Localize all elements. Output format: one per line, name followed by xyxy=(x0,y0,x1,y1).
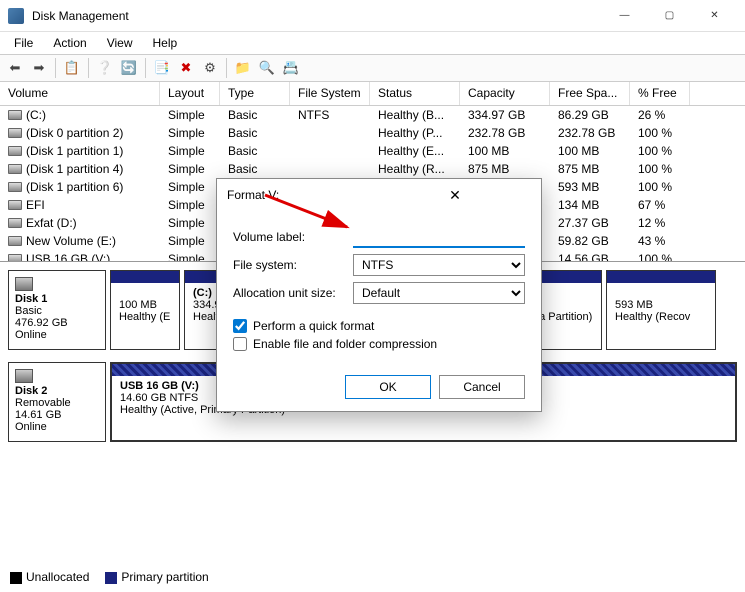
menu-action[interactable]: Action xyxy=(45,34,94,52)
titlebar[interactable]: Disk Management — ▢ ✕ xyxy=(0,0,745,32)
drive-icon xyxy=(8,218,22,228)
menu-file[interactable]: File xyxy=(6,34,41,52)
volume-row[interactable]: (Disk 1 partition 4)SimpleBasicHealthy (… xyxy=(0,160,745,178)
quick-format-label: Perform a quick format xyxy=(253,319,374,333)
toolbar: ⬅ ➡ 📋 ❔ 🔄 📑 ✖ ⚙ 📁 🔍 📇 xyxy=(0,54,745,82)
header-freespace[interactable]: Free Spa... xyxy=(550,82,630,105)
disk-icon xyxy=(15,369,33,383)
action-icon[interactable]: ⚙ xyxy=(199,57,221,79)
allocation-select[interactable]: Default xyxy=(353,282,525,304)
maximize-button[interactable]: ▢ xyxy=(647,1,692,31)
legend: Unallocated Primary partition xyxy=(10,570,209,584)
compression-label: Enable file and folder compression xyxy=(253,337,437,351)
search-icon[interactable]: 🔍 xyxy=(256,57,278,79)
refresh-icon[interactable]: 🔄 xyxy=(118,57,140,79)
header-filesystem[interactable]: File System xyxy=(290,82,370,105)
volume-row[interactable]: (Disk 1 partition 1)SimpleBasicHealthy (… xyxy=(0,142,745,160)
header-type[interactable]: Type xyxy=(220,82,290,105)
ok-button[interactable]: OK xyxy=(345,375,431,399)
close-button[interactable]: ✕ xyxy=(692,1,737,31)
disk-2-name: Disk 2 xyxy=(15,385,47,397)
header-layout[interactable]: Layout xyxy=(160,82,220,105)
help-icon[interactable]: ❔ xyxy=(94,57,116,79)
drive-icon xyxy=(8,110,22,120)
drive-icon xyxy=(8,128,22,138)
list-icon[interactable]: 📑 xyxy=(151,57,173,79)
quick-format-checkbox[interactable] xyxy=(233,319,247,333)
format-dialog: Format V: ✕ Volume label: File system: N… xyxy=(216,178,542,412)
legend-swatch-primary xyxy=(105,572,117,584)
disk-2-info[interactable]: Disk 2 Removable 14.61 GB Online xyxy=(8,362,106,442)
header-capacity[interactable]: Capacity xyxy=(460,82,550,105)
drive-icon xyxy=(8,254,22,261)
volume-row[interactable]: (C:)SimpleBasicNTFSHealthy (B...334.97 G… xyxy=(0,106,745,124)
filesystem-label: File system: xyxy=(233,258,353,272)
disk-1-info[interactable]: Disk 1 Basic 476.92 GB Online xyxy=(8,270,106,350)
drive-icon xyxy=(8,164,22,174)
volume-label-input[interactable] xyxy=(353,226,525,248)
compression-checkbox[interactable] xyxy=(233,337,247,351)
app-icon xyxy=(8,8,24,24)
app-title: Disk Management xyxy=(32,9,602,23)
disk-1-name: Disk 1 xyxy=(15,293,47,305)
props-icon[interactable]: 📇 xyxy=(280,57,302,79)
legend-swatch-unallocated xyxy=(10,572,22,584)
volume-row[interactable]: (Disk 0 partition 2)SimpleBasicHealthy (… xyxy=(0,124,745,142)
volume-label-label: Volume label: xyxy=(233,230,353,244)
disk-icon xyxy=(15,277,33,291)
drive-icon xyxy=(8,200,22,210)
dialog-close-icon[interactable]: ✕ xyxy=(379,187,531,204)
drive-icon xyxy=(8,182,22,192)
forward-icon[interactable]: ➡ xyxy=(28,57,50,79)
column-headers: Volume Layout Type File System Status Ca… xyxy=(0,82,745,106)
back-icon[interactable]: ⬅ xyxy=(4,57,26,79)
menubar: File Action View Help xyxy=(0,32,745,54)
cancel-button[interactable]: Cancel xyxy=(439,375,525,399)
drive-icon xyxy=(8,146,22,156)
header-volume[interactable]: Volume xyxy=(0,82,160,105)
new-icon[interactable]: 📁 xyxy=(232,57,254,79)
drive-icon xyxy=(8,236,22,246)
filesystem-select[interactable]: NTFS xyxy=(353,254,525,276)
show-icon[interactable]: 📋 xyxy=(61,57,83,79)
minimize-button[interactable]: — xyxy=(602,1,647,31)
header-pctfree[interactable]: % Free xyxy=(630,82,690,105)
allocation-label: Allocation unit size: xyxy=(233,286,353,300)
menu-view[interactable]: View xyxy=(99,34,141,52)
menu-help[interactable]: Help xyxy=(145,34,186,52)
dialog-title: Format V: xyxy=(227,188,379,202)
disk-1-partition[interactable]: 100 MBHealthy (E xyxy=(110,270,180,350)
delete-icon[interactable]: ✖ xyxy=(175,57,197,79)
header-status[interactable]: Status xyxy=(370,82,460,105)
disk-1-partition[interactable]: 593 MBHealthy (Recov xyxy=(606,270,716,350)
